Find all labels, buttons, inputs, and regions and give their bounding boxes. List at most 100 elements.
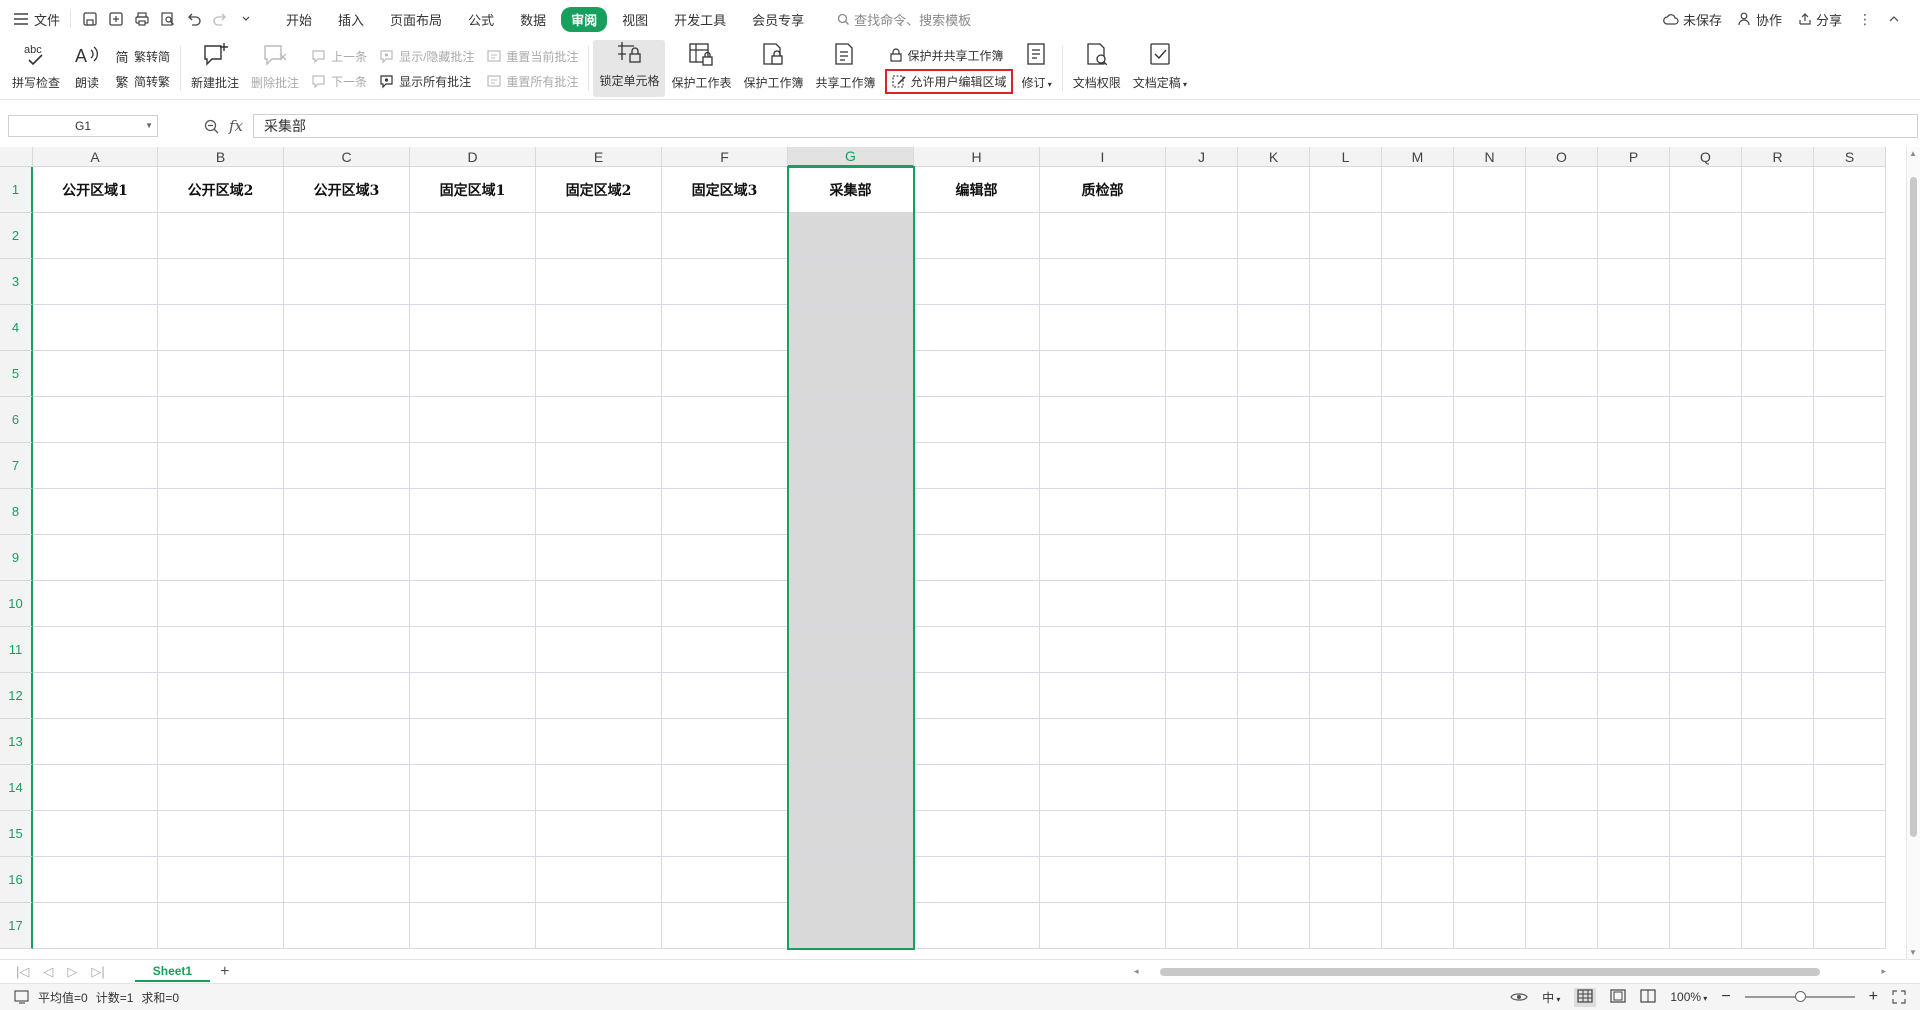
allow-edit-ranges-button[interactable]: 允许用户编辑区域 xyxy=(884,68,1013,94)
select-all-corner[interactable] xyxy=(0,147,33,167)
cell-h14[interactable] xyxy=(914,765,1040,811)
cell-a13[interactable] xyxy=(33,719,158,765)
cell-k9[interactable] xyxy=(1238,535,1310,581)
cell-c9[interactable] xyxy=(284,535,410,581)
row-header-4[interactable]: 4 xyxy=(0,305,33,351)
cell-o9[interactable] xyxy=(1526,535,1598,581)
row-header-6[interactable]: 6 xyxy=(0,397,33,443)
cell-o6[interactable] xyxy=(1526,397,1598,443)
cell-n11[interactable] xyxy=(1454,627,1526,673)
cell-i5[interactable] xyxy=(1040,351,1166,397)
cell-f13[interactable] xyxy=(662,719,788,765)
cell-c5[interactable] xyxy=(284,351,410,397)
cell-a14[interactable] xyxy=(33,765,158,811)
cell-e6[interactable] xyxy=(536,397,662,443)
row-header-7[interactable]: 7 xyxy=(0,443,33,489)
cell-i8[interactable] xyxy=(1040,489,1166,535)
eye-protection-icon[interactable] xyxy=(1510,991,1528,1003)
cell-b2[interactable] xyxy=(158,213,284,259)
cell-d17[interactable] xyxy=(410,903,536,949)
sheet-tab[interactable]: Sheet1 xyxy=(134,962,211,982)
cell-e10[interactable] xyxy=(536,581,662,627)
cell-d13[interactable] xyxy=(410,719,536,765)
cell-m3[interactable] xyxy=(1382,259,1454,305)
cell-c17[interactable] xyxy=(284,903,410,949)
cell-q5[interactable] xyxy=(1670,351,1742,397)
cell-n12[interactable] xyxy=(1454,673,1526,719)
cell-d1[interactable]: 固定区域1 xyxy=(410,167,536,213)
cell-h10[interactable] xyxy=(914,581,1040,627)
cell-p14[interactable] xyxy=(1598,765,1670,811)
cell-n10[interactable] xyxy=(1454,581,1526,627)
doc-finalize-button[interactable]: 文档定稿 ▾ xyxy=(1127,38,1193,99)
row-header-9[interactable]: 9 xyxy=(0,535,33,581)
cell-p3[interactable] xyxy=(1598,259,1670,305)
cell-r8[interactable] xyxy=(1742,489,1814,535)
cell-l10[interactable] xyxy=(1310,581,1382,627)
reset-current-comment-button[interactable]: 重置当前批注 xyxy=(486,48,578,65)
cell-j13[interactable] xyxy=(1166,719,1238,765)
cell-m7[interactable] xyxy=(1382,443,1454,489)
cell-m8[interactable] xyxy=(1382,489,1454,535)
row-header-15[interactable]: 15 xyxy=(0,811,33,857)
cell-s6[interactable] xyxy=(1814,397,1886,443)
cell-m12[interactable] xyxy=(1382,673,1454,719)
cell-n9[interactable] xyxy=(1454,535,1526,581)
unsaved-status[interactable]: 未保存 xyxy=(1663,10,1722,29)
cell-n3[interactable] xyxy=(1454,259,1526,305)
zoom-in-button[interactable]: + xyxy=(1869,988,1878,1006)
cell-k11[interactable] xyxy=(1238,627,1310,673)
cell-j8[interactable] xyxy=(1166,489,1238,535)
cell-r3[interactable] xyxy=(1742,259,1814,305)
last-sheet-icon[interactable]: ▷| xyxy=(91,964,104,980)
cell-f9[interactable] xyxy=(662,535,788,581)
column-header-f[interactable]: F xyxy=(662,147,788,167)
column-header-b[interactable]: B xyxy=(158,147,284,167)
cell-q12[interactable] xyxy=(1670,673,1742,719)
cell-d14[interactable] xyxy=(410,765,536,811)
cell-o8[interactable] xyxy=(1526,489,1598,535)
cell-d9[interactable] xyxy=(410,535,536,581)
cell-i12[interactable] xyxy=(1040,673,1166,719)
cell-k10[interactable] xyxy=(1238,581,1310,627)
cell-g5[interactable] xyxy=(788,351,914,397)
cell-n4[interactable] xyxy=(1454,305,1526,351)
cell-b6[interactable] xyxy=(158,397,284,443)
horizontal-scroll-thumb[interactable] xyxy=(1160,968,1820,976)
cell-m16[interactable] xyxy=(1382,857,1454,903)
cell-g8[interactable] xyxy=(788,489,914,535)
cell-k15[interactable] xyxy=(1238,811,1310,857)
tab-data[interactable]: 数据 xyxy=(509,6,557,33)
cell-n13[interactable] xyxy=(1454,719,1526,765)
cell-l3[interactable] xyxy=(1310,259,1382,305)
cell-p15[interactable] xyxy=(1598,811,1670,857)
zoom-formula-icon[interactable] xyxy=(204,119,219,134)
cell-g14[interactable] xyxy=(788,765,914,811)
cell-f1[interactable]: 固定区域3 xyxy=(662,167,788,213)
cell-m4[interactable] xyxy=(1382,305,1454,351)
cell-h1[interactable]: 编辑部 xyxy=(914,167,1040,213)
cell-b11[interactable] xyxy=(158,627,284,673)
cell-o15[interactable] xyxy=(1526,811,1598,857)
next-sheet-icon[interactable]: ▷ xyxy=(67,964,77,980)
cell-e16[interactable] xyxy=(536,857,662,903)
cell-n8[interactable] xyxy=(1454,489,1526,535)
cell-k7[interactable] xyxy=(1238,443,1310,489)
cell-i15[interactable] xyxy=(1040,811,1166,857)
cell-f4[interactable] xyxy=(662,305,788,351)
cell-s8[interactable] xyxy=(1814,489,1886,535)
cell-h6[interactable] xyxy=(914,397,1040,443)
cell-m17[interactable] xyxy=(1382,903,1454,949)
cell-a10[interactable] xyxy=(33,581,158,627)
row-header-10[interactable]: 10 xyxy=(0,581,33,627)
cell-q8[interactable] xyxy=(1670,489,1742,535)
cell-a9[interactable] xyxy=(33,535,158,581)
cell-p17[interactable] xyxy=(1598,903,1670,949)
cell-s5[interactable] xyxy=(1814,351,1886,397)
name-box[interactable]: G1 ▼ xyxy=(8,115,158,137)
name-box-dropdown-icon[interactable]: ▼ xyxy=(145,121,153,130)
cell-h9[interactable] xyxy=(914,535,1040,581)
cell-b5[interactable] xyxy=(158,351,284,397)
cell-h5[interactable] xyxy=(914,351,1040,397)
cell-l11[interactable] xyxy=(1310,627,1382,673)
